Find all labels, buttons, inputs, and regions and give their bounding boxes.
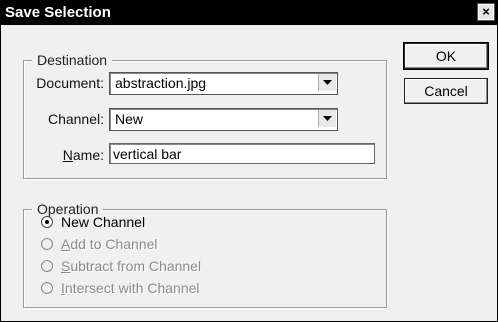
radio-new-channel[interactable]: New Channel xyxy=(41,213,145,231)
document-dropdown[interactable]: abstraction.jpg xyxy=(109,72,338,95)
radio-icon[interactable] xyxy=(41,282,53,294)
radio-icon[interactable] xyxy=(41,260,53,272)
name-label-rest: ame: xyxy=(72,147,104,163)
name-accel: N xyxy=(62,147,73,163)
close-button[interactable]: × xyxy=(477,3,495,21)
chevron-down-icon[interactable] xyxy=(318,74,336,91)
window-title: Save Selection xyxy=(5,4,111,21)
radio-subtract-from-channel[interactable]: Subtract from Channel xyxy=(41,257,201,275)
radio-intersect-with-channel[interactable]: Intersect with Channel xyxy=(41,279,200,297)
name-label: Name: xyxy=(32,147,104,163)
title-bar[interactable]: Save Selection × xyxy=(1,1,497,25)
radio-add-to-channel[interactable]: Add to Channel xyxy=(41,235,158,253)
radio-icon[interactable] xyxy=(41,238,53,250)
channel-dropdown[interactable]: New xyxy=(109,108,338,131)
document-value: abstraction.jpg xyxy=(115,75,207,91)
radio-label: New Channel xyxy=(61,214,146,230)
save-selection-dialog: Save Selection × Destination Document: a… xyxy=(0,0,498,322)
destination-legend: Destination xyxy=(32,52,113,68)
radio-selected-icon[interactable] xyxy=(41,216,53,228)
chevron-down-icon[interactable] xyxy=(318,110,336,127)
ok-button[interactable]: OK xyxy=(403,42,489,70)
document-label: Document: xyxy=(36,75,104,91)
radio-label: Intersect with Channel xyxy=(61,280,200,296)
radio-label: Subtract from Channel xyxy=(61,258,202,274)
name-input[interactable] xyxy=(109,143,375,164)
channel-value: New xyxy=(115,111,144,127)
cancel-button[interactable]: Cancel xyxy=(404,78,488,104)
radio-label: Add to Channel xyxy=(61,236,158,252)
channel-label: Channel: xyxy=(47,111,104,127)
